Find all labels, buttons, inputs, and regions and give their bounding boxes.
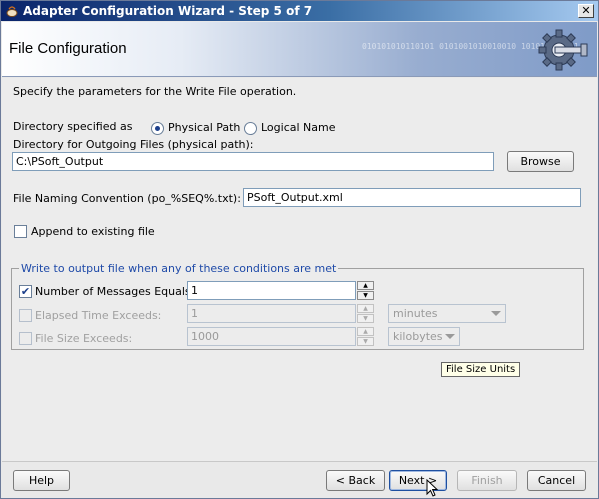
messages-label[interactable]: Number of Messages Equals: bbox=[35, 285, 194, 298]
elapsed-spinner[interactable]: ▲ ▼ bbox=[357, 304, 374, 323]
spinner-down-icon[interactable]: ▼ bbox=[357, 337, 374, 346]
logical-name-label[interactable]: Logical Name bbox=[261, 121, 336, 134]
gear-plug-icon bbox=[538, 29, 588, 71]
messages-spinner[interactable]: ▲ ▼ bbox=[357, 281, 374, 300]
spinner-up-icon[interactable]: ▲ bbox=[357, 327, 374, 336]
naming-convention-input[interactable]: PSoft_Output.xml bbox=[243, 188, 581, 207]
window-title: Adapter Configuration Wizard - Step 5 of… bbox=[23, 4, 313, 18]
append-label[interactable]: Append to existing file bbox=[31, 225, 155, 238]
conditions-legend: Write to output file when any of these c… bbox=[19, 262, 339, 275]
elapsed-value: 1 bbox=[191, 307, 198, 320]
title-bar[interactable]: Adapter Configuration Wizard - Step 5 of… bbox=[1, 1, 598, 21]
filesize-checkbox[interactable] bbox=[19, 332, 32, 345]
spinner-up-icon[interactable]: ▲ bbox=[357, 304, 374, 313]
chevron-down-icon bbox=[445, 334, 455, 339]
chevron-down-icon bbox=[491, 311, 501, 316]
physical-path-radio-circle[interactable] bbox=[151, 122, 164, 135]
append-checkbox[interactable] bbox=[14, 225, 27, 238]
help-button[interactable]: Help bbox=[13, 470, 70, 491]
messages-checkbox[interactable]: ✔ bbox=[19, 285, 32, 298]
filesize-label[interactable]: File Size Exceeds: bbox=[35, 332, 132, 345]
outgoing-dir-value: C:\PSoft_Output bbox=[16, 155, 104, 168]
elapsed-label[interactable]: Elapsed Time Exceeds: bbox=[35, 309, 161, 322]
spinner-down-icon[interactable]: ▼ bbox=[357, 291, 374, 300]
elapsed-unit-select[interactable]: minutes bbox=[388, 304, 506, 323]
elapsed-unit-value: minutes bbox=[393, 307, 438, 320]
wizard-window: Adapter Configuration Wizard - Step 5 of… bbox=[0, 0, 599, 499]
filesize-unit-select[interactable]: kilobytes bbox=[388, 327, 460, 346]
outgoing-dir-input[interactable]: C:\PSoft_Output bbox=[12, 152, 494, 171]
footer-divider bbox=[2, 461, 597, 462]
naming-convention-label: File Naming Convention (po_%SEQ%.txt): bbox=[13, 192, 241, 205]
naming-convention-value: PSoft_Output.xml bbox=[247, 191, 343, 204]
file-size-units-tooltip: File Size Units bbox=[441, 362, 521, 377]
page-title: File Configuration bbox=[9, 40, 127, 57]
physical-path-label[interactable]: Physical Path bbox=[168, 121, 240, 134]
cancel-button[interactable]: Cancel bbox=[527, 470, 586, 491]
mouse-cursor-icon bbox=[426, 479, 439, 497]
spinner-up-icon[interactable]: ▲ bbox=[357, 281, 374, 290]
intro-text: Specify the parameters for the Write Fil… bbox=[13, 85, 297, 98]
directory-specified-label: Directory specified as bbox=[13, 120, 133, 133]
elapsed-input[interactable]: 1 bbox=[187, 304, 356, 323]
messages-value: 1 bbox=[191, 284, 198, 297]
finish-button[interactable]: Finish bbox=[457, 470, 517, 491]
filesize-input[interactable]: 1000 bbox=[187, 327, 356, 346]
close-button[interactable]: ✕ bbox=[578, 4, 594, 18]
filesize-value: 1000 bbox=[191, 330, 219, 343]
elapsed-checkbox[interactable] bbox=[19, 309, 32, 322]
close-icon: ✕ bbox=[581, 4, 591, 17]
back-button[interactable]: < Back bbox=[326, 470, 385, 491]
content-panel: Specify the parameters for the Write Fil… bbox=[2, 78, 597, 461]
check-icon: ✔ bbox=[20, 285, 31, 298]
oracle-cup-icon bbox=[6, 6, 18, 17]
browse-button[interactable]: Browse bbox=[507, 151, 574, 172]
filesize-unit-value: kilobytes bbox=[393, 330, 443, 343]
spinner-down-icon[interactable]: ▼ bbox=[357, 314, 374, 323]
filesize-spinner[interactable]: ▲ ▼ bbox=[357, 327, 374, 346]
header-banner: File Configuration 010101010110101 01010… bbox=[2, 22, 597, 77]
messages-input[interactable]: 1 bbox=[187, 281, 356, 300]
logical-name-radio-circle[interactable] bbox=[244, 122, 257, 135]
outgoing-dir-label: Directory for Outgoing Files (physical p… bbox=[13, 138, 254, 151]
